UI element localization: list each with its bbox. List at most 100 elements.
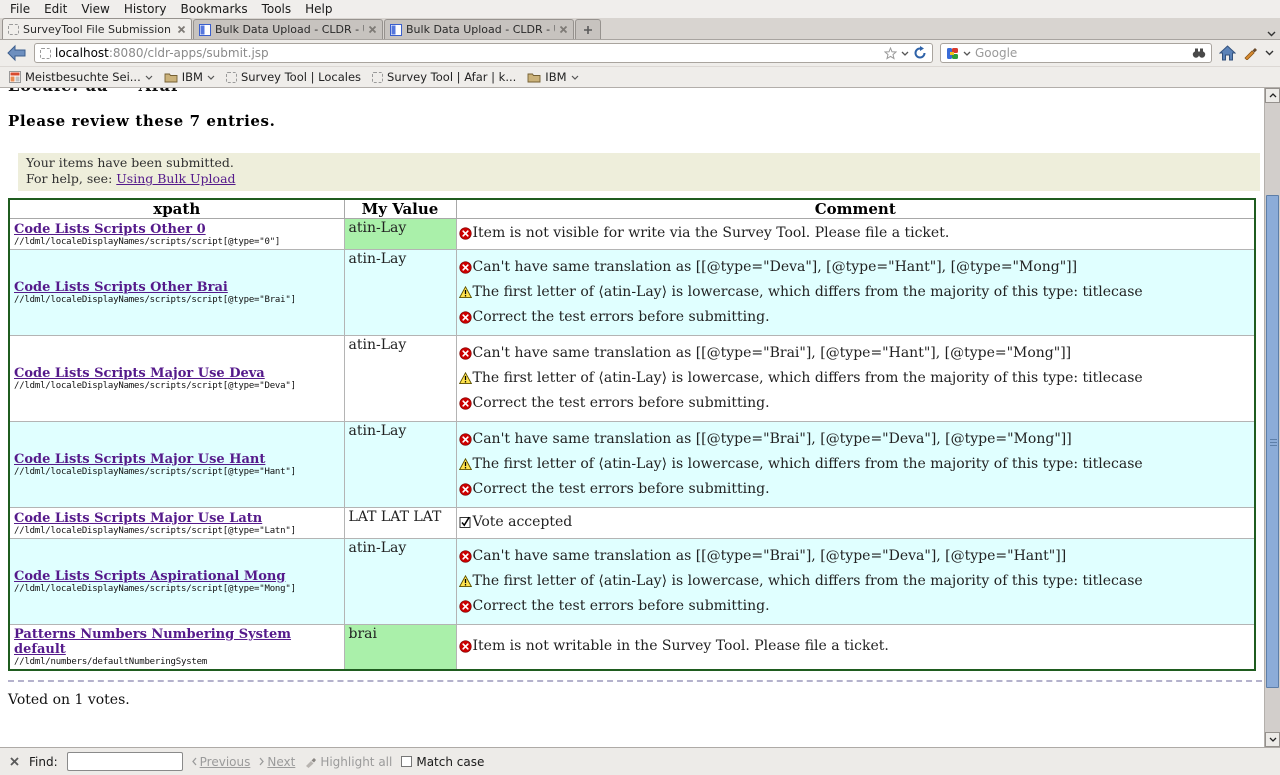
url-text: localhost:8080/cldr-apps/submit.jsp (55, 46, 880, 60)
back-arrow-icon (6, 44, 27, 62)
menu-view[interactable]: View (75, 2, 117, 16)
find-close-button[interactable] (9, 756, 20, 767)
scrollbar-grip (1270, 442, 1277, 443)
search-input[interactable] (975, 46, 1188, 60)
bookmark-item-4[interactable]: Survey Tool | Afar | k... (368, 67, 523, 87)
comment-cell: Can't have same translation as [[@type="… (456, 538, 1255, 624)
bookmark-item-3[interactable]: Survey Tool | Locales (222, 67, 368, 87)
xpath-path: //ldml/localeDisplayNames/scripts/script… (14, 526, 340, 536)
comment-error: Correct the test errors before submittin… (459, 309, 1253, 326)
toolbar-overflow-chevron[interactable] (1265, 50, 1274, 56)
find-next-button[interactable]: Next (259, 755, 295, 769)
highlight-all-button[interactable]: Highlight all (304, 755, 392, 769)
address-bar[interactable]: localhost:8080/cldr-apps/submit.jsp (34, 43, 933, 63)
menu-edit[interactable]: Edit (38, 2, 75, 16)
vertical-scrollbar[interactable] (1264, 88, 1280, 747)
xpath-path: //ldml/localeDisplayNames/scripts/script… (14, 584, 340, 594)
error-icon (459, 550, 472, 563)
bookmark-item-5[interactable]: IBM (523, 67, 585, 87)
most-visited-icon (9, 71, 21, 83)
tab-1[interactable]: SurveyTool File Submission | ... (2, 18, 192, 39)
tab-close-icon[interactable] (177, 25, 186, 34)
comment-text: Item is not visible for write via the Su… (473, 225, 950, 242)
find-input[interactable] (67, 752, 183, 771)
sidebar-brush-button[interactable] (1243, 47, 1258, 60)
notice-line-2: For help, see: Using Bulk Upload (26, 171, 1252, 187)
xpath-path: //ldml/localeDisplayNames/scripts/script… (14, 467, 340, 477)
home-button[interactable] (1219, 45, 1236, 61)
xpath-path: //ldml/localeDisplayNames/scripts/script… (14, 295, 340, 305)
error-icon (459, 397, 472, 410)
tab-list-dropdown-button[interactable] (1267, 22, 1276, 41)
menu-bookmarks[interactable]: Bookmarks (175, 2, 256, 16)
tab-bar: SurveyTool File Submission | ...Bulk Dat… (0, 18, 1280, 40)
tab-2[interactable]: Bulk Data Upload - CLDR - Un... (193, 19, 383, 39)
comment-text: Vote accepted (473, 514, 573, 531)
navigation-bar: localhost:8080/cldr-apps/submit.jsp (0, 40, 1280, 66)
highlighter-icon (304, 756, 317, 768)
error-icon (459, 600, 472, 613)
comment-warning: The first letter of ⟨atin-Lay⟩ is lowerc… (459, 284, 1253, 301)
comment-text: Can't have same translation as [[@type="… (473, 431, 1072, 448)
xpath-link[interactable]: Code Lists Scripts Other 0 (14, 222, 206, 237)
comment-text: Can't have same translation as [[@type="… (473, 259, 1078, 276)
tab-close-icon[interactable] (368, 25, 377, 34)
menu-file[interactable]: File (4, 2, 38, 16)
home-icon (1219, 45, 1236, 61)
error-icon (459, 347, 472, 360)
comment-text: The first letter of ⟨atin-Lay⟩ is lowerc… (473, 284, 1143, 301)
chevron-right-icon (259, 757, 264, 766)
chevron-down-icon (1269, 737, 1277, 742)
comment-text: The first letter of ⟨atin-Lay⟩ is lowerc… (473, 456, 1143, 473)
tab-3[interactable]: Bulk Data Upload - CLDR - Un... (384, 19, 574, 39)
xpath-link[interactable]: Code Lists Scripts Major Use Hant (14, 452, 265, 467)
binoculars-icon[interactable] (1192, 47, 1206, 59)
back-button[interactable] (6, 44, 27, 62)
xpath-link[interactable]: Code Lists Scripts Major Use Latn (14, 511, 262, 526)
comment-check: Vote accepted (459, 514, 1253, 531)
notice-line-1: Your items have been submitted. (26, 155, 1252, 171)
bookmark-label: Meistbesuchte Sei... (25, 70, 141, 84)
xpath-link[interactable]: Patterns Numbers Numbering System defaul… (14, 627, 340, 657)
comment-error: Correct the test errors before submittin… (459, 395, 1253, 412)
reload-icon[interactable] (913, 46, 927, 60)
favicon-placeholder (226, 72, 237, 83)
bookmark-item-1[interactable]: Meistbesuchte Sei... (5, 67, 160, 87)
review-row-4: Code Lists Scripts Major Use Hant//ldml/… (9, 421, 1255, 507)
match-case-checkbox[interactable] (401, 756, 412, 767)
bookmark-item-2[interactable]: IBM (160, 67, 222, 87)
comment-text: Correct the test errors before submittin… (473, 395, 770, 412)
menu-help[interactable]: Help (299, 2, 340, 16)
chevron-down-icon (1267, 31, 1276, 37)
xpath-link[interactable]: Code Lists Scripts Major Use Deva (14, 366, 265, 381)
bookmark-label: Survey Tool | Afar | k... (387, 70, 516, 84)
xpath-link[interactable]: Code Lists Scripts Other Brai (14, 280, 228, 295)
menu-history[interactable]: History (118, 2, 175, 16)
xpath-link[interactable]: Code Lists Scripts Aspirational Mong (14, 569, 285, 584)
cldr-favicon (199, 24, 211, 36)
url-host: localhost (55, 46, 109, 60)
comment-error: Can't have same translation as [[@type="… (459, 259, 1253, 276)
notice-line-2-prefix: For help, see: (26, 171, 116, 186)
new-tab-button[interactable] (575, 19, 601, 39)
comment-error: Correct the test errors before submittin… (459, 598, 1253, 615)
scroll-down-button[interactable] (1265, 732, 1280, 747)
match-case-toggle[interactable]: Match case (401, 755, 484, 769)
menu-tools[interactable]: Tools (256, 2, 300, 16)
search-engine-chevron-icon[interactable] (963, 51, 971, 56)
google-logo-icon (946, 47, 959, 60)
tab-close-icon[interactable] (559, 25, 568, 34)
scrollbar-thumb[interactable] (1266, 195, 1279, 688)
bookmark-star-icon[interactable] (884, 47, 897, 60)
search-bar[interactable] (940, 43, 1212, 63)
chevron-down-icon (1265, 50, 1274, 56)
url-dropdown-chevron-icon[interactable] (901, 51, 909, 56)
find-previous-button[interactable]: Previous (192, 755, 251, 769)
bookmark-label: IBM (545, 70, 566, 84)
using-bulk-upload-link[interactable]: Using Bulk Upload (116, 171, 235, 186)
chevron-left-icon (192, 757, 197, 766)
url-path: :8080/cldr-apps/submit.jsp (109, 46, 269, 60)
scroll-up-button[interactable] (1265, 88, 1280, 103)
comment-cell: Can't have same translation as [[@type="… (456, 421, 1255, 507)
page-content: Locale: aa — Afar Please review these 7 … (0, 88, 1280, 747)
